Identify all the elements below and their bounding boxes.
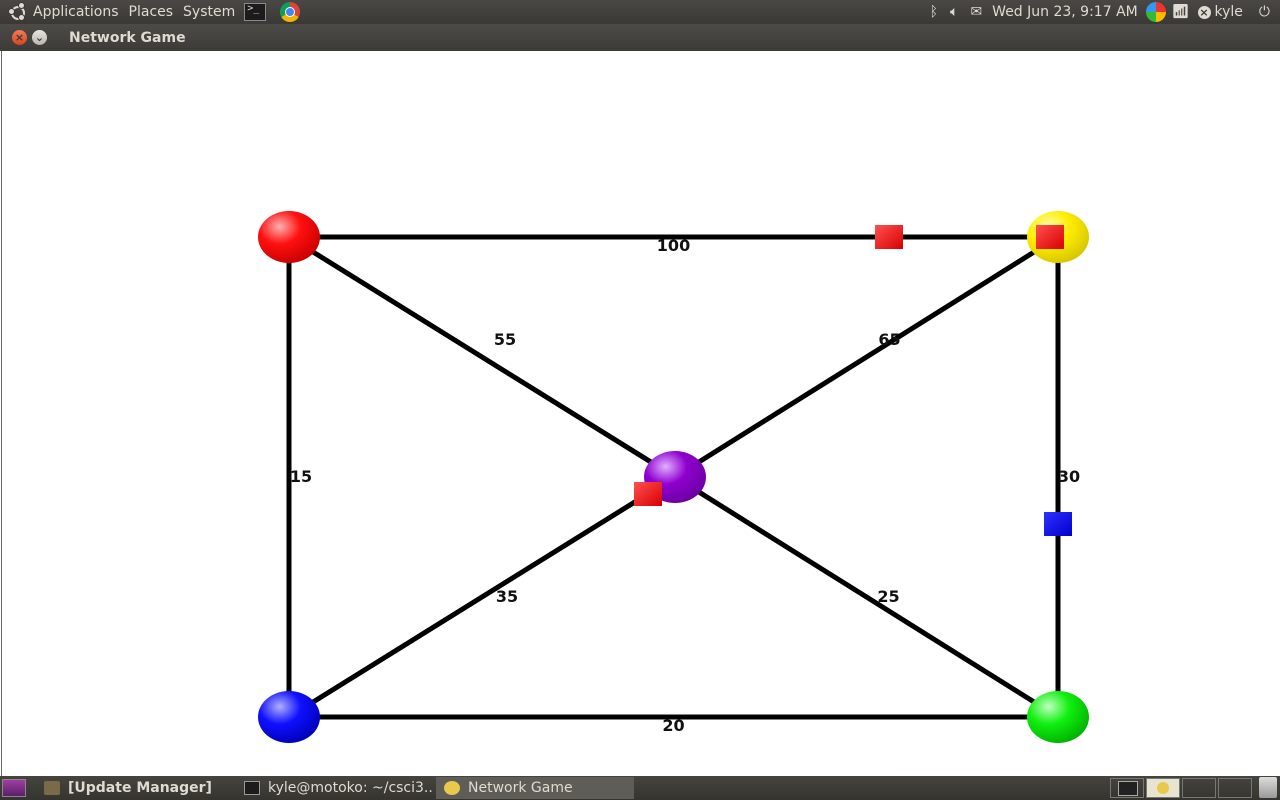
top-panel: Applications Places System >_ ᛒ 🔈︎ ✉︎ We… (0, 0, 1280, 24)
packet-2[interactable] (1036, 225, 1064, 249)
workspace-1[interactable] (1110, 778, 1144, 798)
volume-icon[interactable]: 🔈︎ (950, 4, 958, 20)
task-label: kyle@motoko: ~/csci3... (268, 780, 432, 796)
game-canvas[interactable]: 100 55 65 15 30 35 25 20 (1, 51, 1280, 776)
edge-yellow-purple (673, 234, 1060, 480)
trash-icon[interactable] (1259, 777, 1277, 798)
update-manager-icon (44, 781, 60, 795)
task-label: [Update Manager] (68, 780, 212, 796)
task-network-game[interactable]: Network Game (436, 777, 634, 799)
edge-weight-yellow-purple: 65 (878, 330, 900, 349)
system-tray: ᛒ 🔈︎ ✉︎ Wed Jun 23, 9:17 AM 📶︎ × kyle ⏻ (924, 0, 1280, 24)
edge-weight-red-purple: 55 (494, 330, 516, 349)
workspace-4[interactable] (1218, 778, 1252, 798)
edge-weight-blue-green: 20 (662, 716, 684, 735)
task-label: Network Game (468, 780, 573, 796)
applications-menu[interactable]: Applications (28, 4, 124, 20)
window-menu-button[interactable]: ⌄ (32, 30, 47, 45)
mail-icon[interactable]: ✉︎ (970, 4, 982, 20)
edge-blue-purple (287, 474, 677, 720)
workspace-3[interactable] (1182, 778, 1216, 798)
edge-weight-red-yellow: 100 (657, 236, 690, 255)
window-close-button[interactable]: × (12, 30, 27, 45)
window-titlebar[interactable]: × ⌄ Network Game (0, 24, 1280, 51)
bluetooth-icon[interactable]: ᛒ (930, 4, 938, 20)
chrome-icon[interactable] (280, 2, 301, 22)
packet-4[interactable] (1044, 512, 1072, 536)
edge-red-purple (287, 234, 677, 480)
node-blue[interactable] (258, 691, 320, 743)
clock[interactable]: Wed Jun 23, 9:17 AM (992, 4, 1138, 20)
node-red[interactable] (258, 211, 320, 263)
terminal-icon (244, 781, 260, 795)
edge-weight-blue-purple: 35 (496, 587, 518, 606)
task-update-manager[interactable]: [Update Manager] (36, 777, 232, 799)
system-menu[interactable]: System (178, 4, 240, 20)
logout-icon[interactable]: × (1197, 5, 1211, 19)
bottom-panel: [Update Manager] kyle@motoko: ~/csci3...… (0, 776, 1280, 800)
packet-3[interactable] (634, 482, 662, 506)
wifi-icon[interactable]: 📶︎ (1172, 4, 1190, 20)
task-terminal[interactable]: kyle@motoko: ~/csci3... (236, 777, 432, 799)
edge-weight-red-blue: 15 (290, 467, 312, 486)
workspace-2[interactable] (1146, 778, 1180, 798)
edge-weight-yellow-green: 30 (1058, 467, 1080, 486)
edge-purple-green (673, 474, 1060, 720)
node-green[interactable] (1027, 691, 1089, 743)
packet-1[interactable] (875, 225, 903, 249)
places-menu[interactable]: Places (124, 4, 179, 20)
ubuntu-logo-icon[interactable] (8, 2, 26, 21)
python-game-icon (444, 781, 460, 795)
sync-icon[interactable] (1145, 2, 1166, 22)
network-graph[interactable]: 100 55 65 15 30 35 25 20 (2, 51, 1280, 776)
power-icon[interactable]: ⏻ (1259, 4, 1270, 20)
terminal-launcher-icon[interactable]: >_ (244, 3, 267, 21)
window-title: Network Game (69, 29, 186, 46)
show-desktop-button[interactable] (2, 779, 26, 797)
edge-weight-purple-green: 25 (877, 587, 899, 606)
user-name[interactable]: kyle (1215, 4, 1243, 20)
